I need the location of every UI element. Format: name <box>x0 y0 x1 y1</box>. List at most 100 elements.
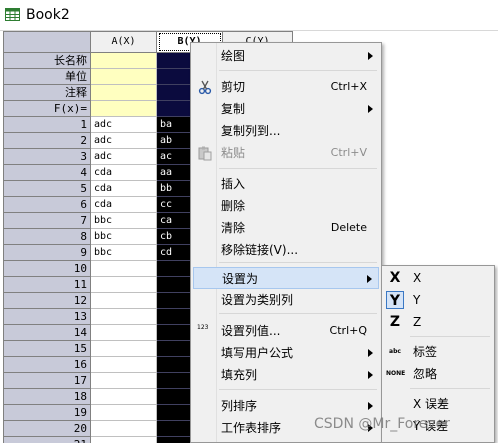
row-number[interactable]: 5 <box>3 181 91 197</box>
row-number[interactable]: 21 <box>3 437 91 443</box>
cell-a[interactable]: bbc <box>91 245 157 261</box>
meta-row-header[interactable]: 注释 <box>3 85 91 101</box>
menu-item-copy-column-to[interactable]: 复制列到... <box>193 120 379 142</box>
cell-b[interactable] <box>157 357 191 373</box>
column-header-a[interactable]: A(X) <box>91 31 157 53</box>
menu-item-remove-link[interactable]: 移除链接(V)... <box>193 239 379 261</box>
cell-a[interactable] <box>91 373 157 389</box>
row-number[interactable]: 13 <box>3 309 91 325</box>
cell-a[interactable]: cda <box>91 197 157 213</box>
meta-cell-b[interactable] <box>157 85 191 101</box>
cell-a[interactable] <box>91 389 157 405</box>
cell-b[interactable] <box>157 293 191 309</box>
row-number[interactable]: 18 <box>3 389 91 405</box>
row-number[interactable]: 20 <box>3 421 91 437</box>
menu-item-set-column-values[interactable]: 123 设置列值... Ctrl+Q <box>193 320 379 342</box>
cell-b[interactable] <box>157 437 191 443</box>
row-number[interactable]: 19 <box>3 405 91 421</box>
menu-item-delete[interactable]: 删除 <box>193 195 379 217</box>
menu-item-insert[interactable]: 插入 <box>193 173 379 195</box>
submenu-item-z[interactable]: ZZ <box>384 311 492 333</box>
row-number[interactable]: 12 <box>3 293 91 309</box>
meta-cell-a[interactable] <box>91 85 157 101</box>
submenu-item-x[interactable]: XX <box>384 267 492 289</box>
cell-b[interactable] <box>157 261 191 277</box>
cell-b[interactable] <box>157 373 191 389</box>
cell-b[interactable]: cc <box>157 197 191 213</box>
cell-a[interactable] <box>91 357 157 373</box>
menu-item-set-as[interactable]: 设置为 <box>193 267 379 289</box>
row-number[interactable]: 11 <box>3 277 91 293</box>
cell-a[interactable]: cda <box>91 165 157 181</box>
menu-item-shortcut: Ctrl+Q <box>329 324 367 337</box>
cell-a[interactable] <box>91 405 157 421</box>
cell-b[interactable]: ac <box>157 149 191 165</box>
menu-item-clear[interactable]: 清除 Delete <box>193 217 379 239</box>
menu-item-copy[interactable]: 复制 <box>193 98 379 120</box>
cell-a[interactable] <box>91 421 157 437</box>
cell-a[interactable]: bbc <box>91 213 157 229</box>
cell-b[interactable]: cb <box>157 229 191 245</box>
submenu-item-y[interactable]: YY <box>384 289 492 311</box>
submenu-item-x-error[interactable]: X 误差 <box>384 393 492 415</box>
cell-a[interactable] <box>91 341 157 357</box>
cell-a[interactable]: adc <box>91 149 157 165</box>
cell-a[interactable] <box>91 437 157 443</box>
meta-cell-a[interactable] <box>91 101 157 117</box>
row-number[interactable]: 3 <box>3 149 91 165</box>
menu-item-plot[interactable]: 绘图 <box>193 45 379 67</box>
meta-cell-b[interactable] <box>157 69 191 85</box>
menu-item-set-as-category[interactable]: 设置为类别列 <box>193 289 379 311</box>
cell-b[interactable] <box>157 309 191 325</box>
row-number[interactable]: 15 <box>3 341 91 357</box>
menu-item-fill-column[interactable]: 填充列 <box>193 364 379 386</box>
cell-a[interactable]: bbc <box>91 229 157 245</box>
meta-row-header[interactable]: F(x)= <box>3 101 91 117</box>
cell-b[interactable] <box>157 421 191 437</box>
cell-b[interactable]: cd <box>157 245 191 261</box>
menu-item-fill-user-formula[interactable]: 填写用户公式 <box>193 342 379 364</box>
cell-b[interactable]: ca <box>157 213 191 229</box>
cell-a[interactable] <box>91 325 157 341</box>
cell-b[interactable] <box>157 277 191 293</box>
row-number[interactable]: 7 <box>3 213 91 229</box>
cell-b[interactable]: bb <box>157 181 191 197</box>
row-number[interactable]: 6 <box>3 197 91 213</box>
row-number[interactable]: 9 <box>3 245 91 261</box>
cell-a[interactable]: adc <box>91 133 157 149</box>
submenu-item-label[interactable]: abc 标签 <box>384 341 492 363</box>
sheet-corner[interactable] <box>3 31 91 53</box>
row-number[interactable]: 1 <box>3 117 91 133</box>
cell-b[interactable]: ba <box>157 117 191 133</box>
row-number[interactable]: 16 <box>3 357 91 373</box>
cell-a[interactable] <box>91 277 157 293</box>
cell-a[interactable]: cda <box>91 181 157 197</box>
meta-row-header[interactable]: 长名称 <box>3 53 91 69</box>
menu-item-label: 移除链接(V)... <box>221 243 299 257</box>
row-number[interactable]: 14 <box>3 325 91 341</box>
cell-a[interactable] <box>91 293 157 309</box>
submenu-item-ignore[interactable]: NONE 忽略 <box>384 363 492 385</box>
menu-item-sort-column[interactable]: 列排序 <box>193 395 379 417</box>
meta-row-header[interactable]: 单位 <box>3 69 91 85</box>
row-number[interactable]: 4 <box>3 165 91 181</box>
meta-cell-b[interactable] <box>157 101 191 117</box>
cell-b[interactable] <box>157 389 191 405</box>
meta-cell-a[interactable] <box>91 69 157 85</box>
cell-b[interactable] <box>157 341 191 357</box>
cell-b[interactable]: ab <box>157 133 191 149</box>
meta-cell-b[interactable] <box>157 53 191 69</box>
menu-item-cut[interactable]: 剪切 Ctrl+X <box>193 76 379 98</box>
menu-item-paste[interactable]: 粘贴 Ctrl+V <box>193 142 379 164</box>
cell-b[interactable]: aa <box>157 165 191 181</box>
meta-cell-a[interactable] <box>91 53 157 69</box>
cell-a[interactable]: adc <box>91 117 157 133</box>
cell-a[interactable] <box>91 261 157 277</box>
row-number[interactable]: 8 <box>3 229 91 245</box>
row-number[interactable]: 17 <box>3 373 91 389</box>
row-number[interactable]: 10 <box>3 261 91 277</box>
cell-a[interactable] <box>91 309 157 325</box>
row-number[interactable]: 2 <box>3 133 91 149</box>
cell-b[interactable] <box>157 325 191 341</box>
cell-b[interactable] <box>157 405 191 421</box>
